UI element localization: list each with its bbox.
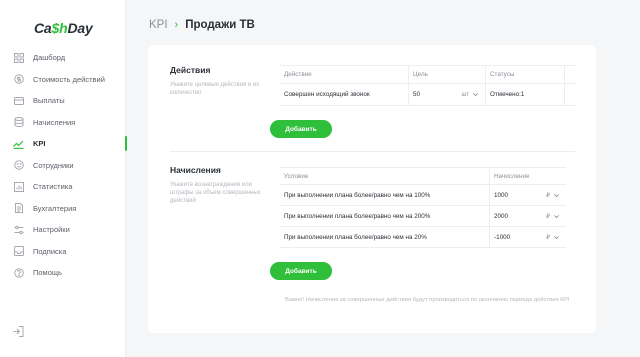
add-accrual-button[interactable]: Добавить [270, 262, 332, 280]
amount-value: 1000 [494, 191, 509, 199]
accruals-section-description: Укажите вознаграждения или штрафы за объ… [170, 182, 261, 204]
amount-input[interactable]: 1000 ₽ [490, 185, 566, 205]
accruals-section-title: Начисления [170, 165, 221, 175]
condition-cell[interactable]: При выполнении плана более/равно чем на … [280, 206, 490, 226]
column-header-accrual: Начисление [494, 172, 530, 180]
sidebar-item-label: Статистика [33, 182, 73, 192]
dashboard-icon [13, 52, 24, 63]
settings-icon [13, 224, 24, 235]
sidebar-item-label: Дашборд [33, 53, 66, 63]
sidebar-item-label: KPI [33, 139, 46, 149]
amount-input[interactable]: 2000 ₽ [490, 206, 566, 226]
goal-value: 50 [413, 91, 421, 98]
breadcrumb: KPI › Продажи ТВ [149, 19, 255, 31]
table-header-row: Действие Цель Статусы [280, 66, 576, 84]
goal-input[interactable]: 50 шт [409, 84, 486, 105]
table-row: При выполнении плана более/равно чем на … [280, 206, 566, 227]
sidebar-item-subscription[interactable]: Подписка [0, 241, 126, 263]
sidebar-item-accruals[interactable]: Начисления [0, 112, 126, 134]
unit-value: шт [461, 91, 469, 98]
chevron-right-icon: › [174, 19, 179, 31]
sidebar-item-settings[interactable]: Настройки [0, 219, 126, 241]
unit-select[interactable]: шт [461, 91, 479, 98]
brand-logo-accent: $h [51, 20, 68, 36]
table-row: Совершен исходящий звонок 50 шт Отмечено… [280, 84, 576, 106]
accruals-table: Условие Начисление При выполнении плана … [280, 167, 566, 248]
action-name-cell[interactable]: Совершен исходящий звонок [280, 84, 409, 105]
sidebar-item-employees[interactable]: Сотрудники [0, 155, 126, 177]
chevron-down-icon [554, 235, 559, 239]
sidebar-item-dashboard[interactable]: Дашборд [0, 47, 126, 69]
column-header-action: Действие [280, 66, 409, 83]
wallet-icon [13, 95, 24, 106]
page-title: Продажи ТВ [185, 19, 255, 31]
sidebar-item-label: Помощь [33, 268, 62, 278]
sidebar-item-label: Сотрудники [33, 160, 74, 170]
column-header-spacer [565, 66, 576, 83]
column-header-goal: Цель [409, 66, 486, 83]
sidebar-item-label: Начисления [33, 117, 76, 127]
bar-chart-icon [13, 181, 24, 192]
help-icon [13, 267, 24, 278]
smile-icon [13, 160, 24, 171]
sidebar-item-label: Стоимость действий [33, 74, 105, 84]
coin-icon [13, 74, 24, 85]
currency-value: ₽ [546, 192, 550, 199]
amount-value: 2000 [494, 212, 509, 220]
condition-cell[interactable]: При выполнении плана более/равно чем на … [280, 185, 490, 205]
important-note: Важно! Начисления за совершенные действи… [285, 297, 570, 303]
chevron-down-icon [554, 214, 559, 218]
actions-section-description: Укажите целевые действия и их количество [170, 82, 260, 96]
section-divider [170, 151, 575, 152]
database-icon [13, 117, 24, 128]
currency-select[interactable]: ₽ [546, 213, 560, 220]
amount-value: -1000 [494, 233, 511, 241]
sidebar-item-label: Бухгалтерия [33, 203, 77, 213]
actions-table: Действие Цель Статусы Совершен исходящий… [280, 65, 576, 106]
breadcrumb-kpi-link[interactable]: KPI [149, 19, 168, 31]
currency-select[interactable]: ₽ [546, 192, 560, 199]
brand-logo[interactable]: Ca$hDay [34, 20, 93, 36]
amount-input[interactable]: -1000 ₽ [490, 227, 566, 247]
document-icon [13, 203, 24, 214]
trend-icon [13, 138, 24, 149]
brand-logo-part: Day [67, 20, 93, 36]
chevron-down-icon [554, 193, 559, 197]
brand-logo-part: Ca [34, 20, 52, 36]
sidebar-item-label: Настройки [33, 225, 70, 235]
row-spacer [565, 84, 576, 105]
currency-value: ₽ [546, 213, 550, 220]
sidebar-item-label: Подписка [33, 246, 67, 256]
logout-icon[interactable] [13, 324, 24, 337]
column-header-statuses: Статусы [486, 66, 565, 83]
column-header-condition: Условие [280, 168, 490, 184]
currency-value: ₽ [546, 234, 550, 241]
actions-section-title: Действия [170, 65, 211, 75]
sidebar-item-label: Выплаты [33, 96, 65, 106]
table-row: При выполнении плана более/равно чем на … [280, 185, 566, 206]
chevron-down-icon [473, 93, 478, 97]
add-action-button[interactable]: Добавить [270, 120, 332, 138]
sidebar-item-statistics[interactable]: Статистика [0, 176, 126, 198]
table-row: При выполнении плана более/равно чем на … [280, 227, 566, 248]
table-header-row: Условие Начисление [280, 168, 566, 185]
currency-select[interactable]: ₽ [546, 234, 560, 241]
sidebar-item-accounting[interactable]: Бухгалтерия [0, 198, 126, 220]
sidebar-item-action-cost[interactable]: Стоимость действий [0, 69, 126, 91]
sidebar-item-help[interactable]: Помощь [0, 262, 126, 284]
inbox-icon [13, 246, 24, 257]
sidebar: Ca$hDay Дашборд Стоимость действий Выпла… [0, 0, 127, 357]
sidebar-item-kpi[interactable]: KPI [0, 133, 127, 155]
kpi-card: Действия Укажите целевые действия и их к… [148, 45, 596, 333]
sidebar-nav: Дашборд Стоимость действий Выплаты Начис… [0, 47, 127, 284]
status-cell: Отмечено:1 [486, 84, 565, 105]
condition-cell[interactable]: При выполнении плана более/равно чем на … [280, 227, 490, 247]
sidebar-item-payouts[interactable]: Выплаты [0, 90, 126, 112]
